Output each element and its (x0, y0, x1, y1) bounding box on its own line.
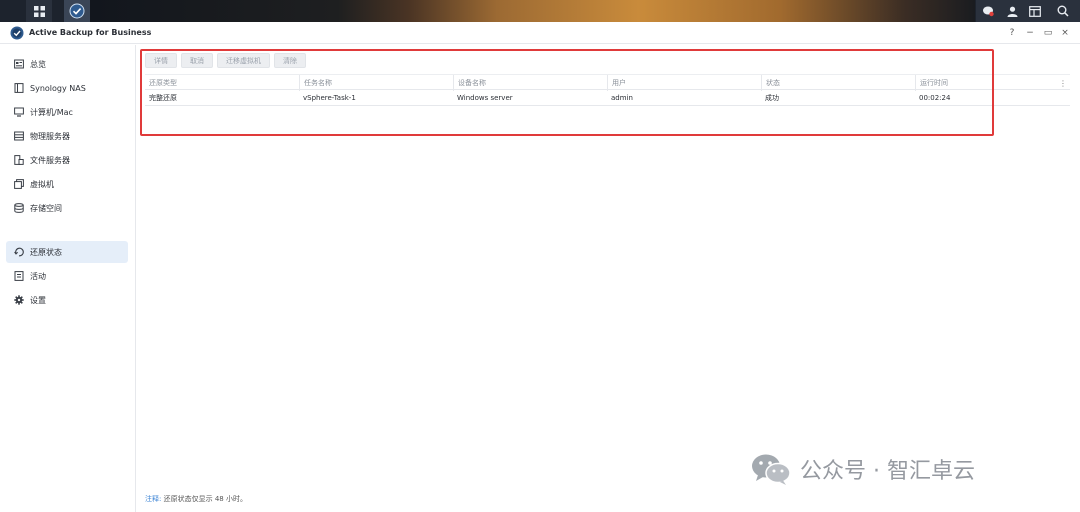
sidebar-item-label: 虚拟机 (30, 179, 54, 189)
migrate-vm-button[interactable]: 迁移虚拟机 (217, 53, 270, 68)
widgets-icon (1029, 5, 1041, 17)
user-button[interactable] (1000, 0, 1024, 22)
nas-icon (14, 83, 24, 93)
sidebar-item-physical-server[interactable]: 物理服务器 (6, 125, 128, 147)
watermark: 公众号 · 智汇卓云 (750, 449, 975, 489)
desktop-taskbar (0, 0, 1080, 22)
restore-status-table: 还原类型 任务名称 设备名称 用户 状态 运行时间 ⋮ 完整还原 vSphere… (145, 74, 1070, 106)
table-row[interactable]: 完整还原 vSphere-Task-1 Windows server admin… (145, 90, 1070, 106)
close-button[interactable]: × (1059, 27, 1071, 39)
sidebar-item-synology-nas[interactable]: Synology NAS (6, 77, 128, 99)
details-button[interactable]: 详情 (145, 53, 177, 68)
column-header-restore-type[interactable]: 还原类型 (149, 75, 299, 91)
sidebar-item-virtual-machine[interactable]: 虚拟机 (6, 173, 128, 195)
search-icon (1057, 5, 1069, 17)
cell-task-name: vSphere-Task-1 (303, 94, 356, 102)
activity-icon (14, 271, 24, 281)
sidebar-item-label: 总览 (30, 59, 46, 69)
column-header-device-name[interactable]: 设备名称 (453, 75, 607, 91)
cell-device-name: Windows server (457, 94, 513, 102)
overview-icon (14, 59, 24, 69)
main-menu-button[interactable] (26, 0, 52, 22)
active-backup-icon (69, 3, 85, 19)
chat-notification-icon (983, 6, 994, 17)
restore-icon (14, 247, 24, 257)
footer-note-text: 还原状态仅显示 48 小时。 (163, 495, 247, 503)
taskbar-app-active-backup[interactable] (64, 0, 90, 22)
column-header-task-name[interactable]: 任务名称 (299, 75, 453, 91)
window-title: Active Backup for Business (29, 28, 152, 37)
app-logo-icon (10, 26, 24, 40)
toolbar: 详情 取消 迁移虚拟机 清除 (145, 53, 306, 68)
column-header-run-time[interactable]: 运行时间 (915, 75, 1055, 91)
clear-button[interactable]: 清除 (274, 53, 306, 68)
computer-icon (14, 107, 24, 117)
search-button[interactable] (1046, 0, 1080, 22)
notification-button[interactable] (976, 0, 1000, 22)
column-header-user[interactable]: 用户 (607, 75, 761, 91)
sidebar-item-label: 活动 (30, 271, 46, 281)
sidebar-item-activity[interactable]: 活动 (6, 265, 128, 287)
sidebar-item-label: 还原状态 (30, 247, 62, 257)
user-icon (1007, 6, 1017, 17)
sidebar-item-file-server[interactable]: 文件服务器 (6, 149, 128, 171)
minimize-button[interactable]: − (1024, 27, 1036, 39)
sidebar-item-storage[interactable]: 存储空间 (6, 197, 128, 219)
cell-user: admin (611, 94, 633, 102)
file-server-icon (14, 155, 24, 165)
footer-note-label: 注释: (145, 495, 162, 503)
sidebar-item-label: 文件服务器 (30, 155, 70, 165)
widgets-button[interactable] (1023, 0, 1047, 22)
cell-status: 成功 (765, 94, 779, 102)
cell-restore-type: 完整还原 (149, 94, 177, 102)
sidebar-item-computer-mac[interactable]: 计算机/Mac (6, 101, 128, 123)
sidebar-item-restore-status[interactable]: 还原状态 (6, 241, 128, 263)
cell-run-time: 00:02:24 (919, 94, 951, 102)
watermark-text: 公众号 · 智汇卓云 (800, 459, 975, 484)
server-icon (14, 131, 24, 141)
window-titlebar: Active Backup for Business ? − ▭ × (0, 22, 1080, 44)
sidebar-item-label: 设置 (30, 295, 46, 305)
grid-icon (33, 5, 45, 17)
restore-window-button[interactable]: ▭ (1042, 27, 1054, 39)
storage-icon (14, 203, 24, 213)
desktop-wallpaper (90, 0, 975, 22)
gear-icon (14, 295, 24, 305)
main-panel: 详情 取消 迁移虚拟机 清除 还原类型 任务名称 设备名称 用户 状态 运行时间… (137, 45, 1080, 512)
footer-note: 注释: 还原状态仅显示 48 小时。 (145, 494, 247, 504)
vm-icon (14, 179, 24, 189)
taskbar-left-area (0, 0, 24, 22)
column-menu-icon[interactable]: ⋮ (1058, 75, 1068, 91)
sidebar-item-settings[interactable]: 设置 (6, 289, 128, 311)
column-header-status[interactable]: 状态 (761, 75, 915, 91)
sidebar-item-label: 计算机/Mac (30, 107, 73, 117)
sidebar-item-overview[interactable]: 总览 (6, 53, 128, 75)
help-button[interactable]: ? (1006, 27, 1018, 39)
cancel-button[interactable]: 取消 (181, 53, 213, 68)
wechat-icon (752, 454, 791, 485)
sidebar-item-label: 物理服务器 (30, 131, 70, 141)
sidebar: 总览 Synology NAS 计算机/Mac 物理服务器 文件服务器 虚拟机 … (0, 45, 136, 512)
sidebar-item-label: 存储空间 (30, 203, 62, 213)
app-window: Active Backup for Business ? − ▭ × 总览 Sy… (0, 22, 1080, 512)
table-header: 还原类型 任务名称 设备名称 用户 状态 运行时间 ⋮ (145, 74, 1070, 91)
sidebar-item-label: Synology NAS (30, 83, 86, 93)
